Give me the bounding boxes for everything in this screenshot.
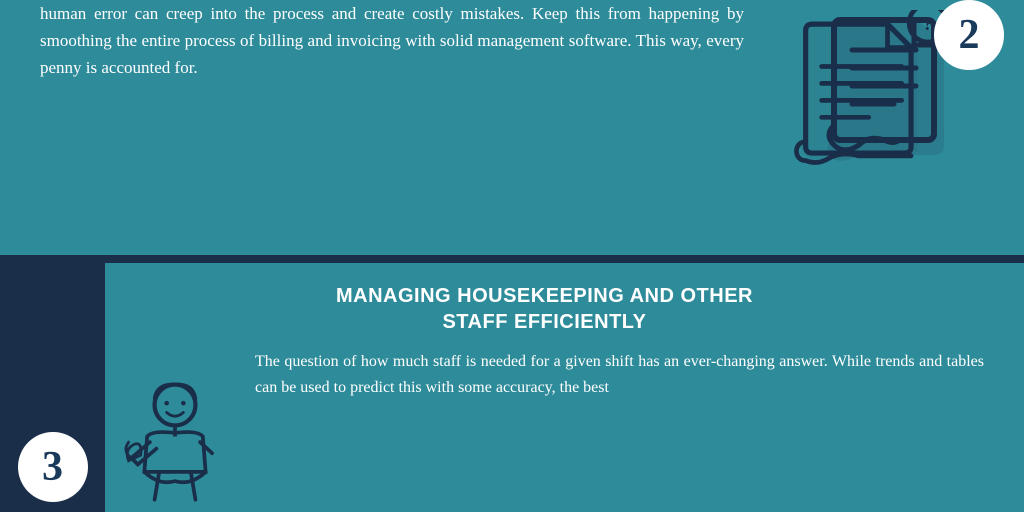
- bottom-text-area: The question of how much staff is needed…: [245, 349, 984, 400]
- housekeeper-icon-area: [105, 349, 245, 509]
- number-badge-3: 3: [18, 432, 88, 502]
- bottom-paragraph: The question of how much staff is needed…: [255, 349, 984, 400]
- svg-text:?: ?: [923, 14, 932, 35]
- section-title: MANAGING HOUSEKEEPING AND OTHER STAFF EF…: [105, 283, 984, 335]
- number-badge-2: 2: [934, 0, 1004, 70]
- section-title-row: MANAGING HOUSEKEEPING AND OTHER STAFF EF…: [105, 283, 984, 349]
- top-icon-area: ? 2: [784, 0, 984, 170]
- invoice-svg-overlay: ?: [784, 10, 944, 170]
- top-paragraph-text: human error can creep into the process a…: [40, 0, 744, 82]
- left-sidebar: 3: [0, 263, 105, 512]
- bottom-section: 3 MANAGING HOUSEKEEPING AND OTHER STAFF …: [0, 263, 1024, 512]
- top-section: human error can creep into the process a…: [0, 0, 1024, 255]
- housekeeper-icon: [120, 379, 230, 509]
- section-divider: [0, 255, 1024, 263]
- bottom-content: MANAGING HOUSEKEEPING AND OTHER STAFF EF…: [105, 263, 1024, 512]
- bottom-inner: The question of how much staff is needed…: [105, 349, 984, 509]
- top-paragraph-area: human error can creep into the process a…: [40, 0, 784, 82]
